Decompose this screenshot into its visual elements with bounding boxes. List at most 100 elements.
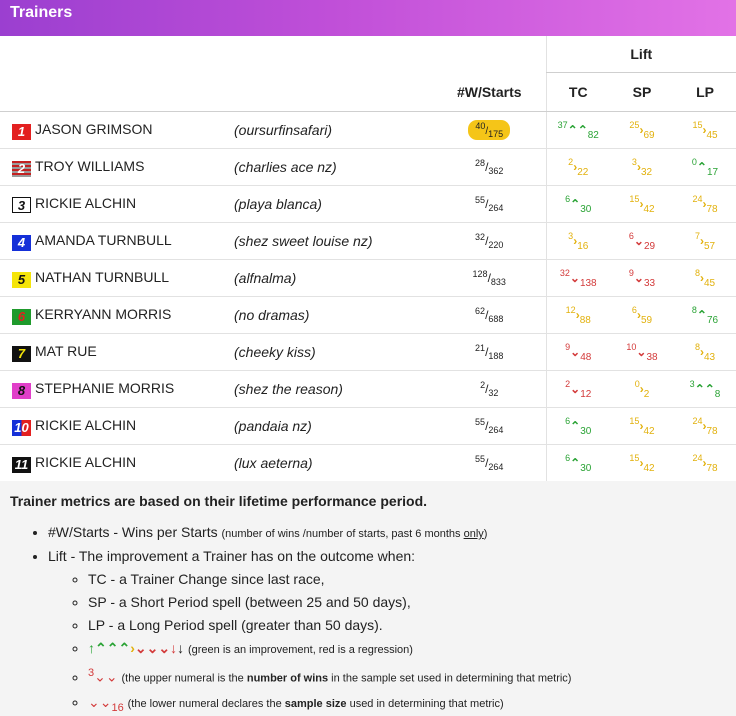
lift-sp-sample: 42 [643,425,655,437]
lift-lp-sample: 45 [706,129,718,141]
lift-sp-sample: 42 [643,462,655,474]
table-row[interactable]: 7 MAT RUE (cheeky kiss) 21/188 9⌄48 10⌄38… [0,333,736,371]
lift-sublist: TC - a Trainer Change since last race, S… [48,570,726,716]
lift-lp-sample: 78 [706,462,718,474]
wins-starts-cell: 55/264 [433,185,546,223]
lift-lp-sample: 78 [706,203,718,215]
lift-lp-sample: 17 [706,166,719,178]
horse-name: (shez sweet louise nz) [233,222,433,260]
lift-sp-sample: 32 [640,166,653,178]
horse-name: (no dramas) [233,296,433,334]
note-arrow-legend: ↑⌃⌃⌃›⌄⌄⌄↓↓ (green is an improvement, red… [88,639,726,659]
wins-starts-cell: 62/688 [433,296,546,334]
table-row[interactable]: 1 JASON GRIMSON (oursurfinsafari) 40/175 … [0,111,736,149]
table-row[interactable]: 6 KERRYANN MORRIS (no dramas) 62/688 12›8… [0,296,736,334]
lift-lp-cell: 8›43 [674,333,736,371]
note-lp: LP - a Long Period spell (greater than 5… [88,616,726,634]
table-row[interactable]: 4 AMANDA TURNBULL (shez sweet louise nz) … [0,222,736,260]
lift-lp-arrow-icon: ⌃ [696,159,707,174]
wins-starts-cell: 55/264 [433,407,546,445]
saddlecloth-number: 2 [12,160,31,177]
lift-tc-sample: 88 [579,314,591,326]
trainer-name[interactable]: RICKIE ALCHIN [35,195,136,211]
table-row[interactable]: 11 RICKIE ALCHIN (lux aeterna) 55/264 6⌃3… [0,444,736,482]
wins-starts-cell: 2/32 [433,370,546,408]
trainer-name[interactable]: AMANDA TURNBULL [35,232,172,248]
trainer-cell: 8 STEPHANIE MORRIS [0,370,233,408]
col-sp: SP [610,72,674,112]
trainer-name[interactable]: STEPHANIE MORRIS [35,380,174,396]
trainer-name[interactable]: KERRYANN MORRIS [35,306,171,322]
wins-value: 55 [475,417,486,427]
lift-tc-sample: 30 [580,425,592,437]
lift-lp-sample: 78 [706,425,718,437]
trainer-cell: 2 TROY WILLIAMS [0,148,233,186]
horse-name: (pandaia nz) [233,407,433,445]
lift-tc-arrow-icon: ⌃⌃ [567,122,588,137]
note-upper-numeral: 3⌄⌄ (the upper numeral is the number of … [88,664,726,688]
saddlecloth-number: 6 [12,308,31,325]
horse-name: (cheeky kiss) [233,333,433,371]
wins-value: 62 [475,306,486,316]
trainers-table-container: Lift #W/Starts TC SP LP 1 JASON GRIMSON (… [0,36,736,481]
starts-value: 32 [488,388,499,398]
lift-lp-wins: 24 [692,193,703,204]
horse-name: (playa blanca) [233,185,433,223]
horse-name: (shez the reason) [233,370,433,408]
trainer-name[interactable]: RICKIE ALCHIN [35,454,136,470]
table-row[interactable]: 10 RICKIE ALCHIN (pandaia nz) 55/264 6⌃30… [0,407,736,445]
notes-list: #W/Starts - Wins per Starts (number of w… [10,523,726,716]
trainer-name[interactable]: RICKIE ALCHIN [35,417,136,433]
table-row[interactable]: 5 NATHAN TURNBULL (alfnalma) 128/833 32⌄1… [0,259,736,297]
note-ws-detail: (number of wins /number of starts, past … [221,528,488,540]
lift-tc-cell: 32⌄138 [545,259,610,297]
double-chevron-down-icon: ⌄⌄ [146,640,171,656]
trainer-name[interactable]: MAT RUE [35,343,97,359]
saddlecloth-number: 7 [12,345,31,362]
trainer-cell: 11 RICKIE ALCHIN [0,445,233,482]
trainer-cell: 3 RICKIE ALCHIN [0,185,233,223]
wins-value: 55 [475,454,486,464]
legend-text: (green is an improvement, red is a regre… [187,644,413,656]
lift-lp-arrow-icon: ⌃ [696,307,707,322]
lift-tc-wins: 37 [557,119,568,130]
trainer-name[interactable]: NATHAN TURNBULL [35,269,169,285]
lift-lp-sample: 57 [703,240,716,252]
lift-sp-wins: 15 [629,452,640,463]
trainer-cell: 10 RICKIE ALCHIN [0,407,233,445]
wins-value: 2 [480,380,486,390]
double-chevron-down-icon: ⌄⌄ [88,693,112,710]
lift-tc-cell: 6⌃30 [545,407,610,445]
lift-tc-arrow-icon: ⌄ [570,381,581,396]
notes-title: Trainer metrics are based on their lifet… [10,493,428,509]
lift-lp-sample: 43 [703,351,716,363]
trainer-name[interactable]: TROY WILLIAMS [35,158,144,174]
lift-lp-cell: 0⌃17 [674,148,736,186]
saddlecloth-number: 4 [12,234,31,251]
wins-value: 21 [475,343,486,353]
saddlecloth-number: 3 [12,197,31,213]
trainer-name[interactable]: JASON GRIMSON [35,121,152,137]
lift-tc-wins: 32 [559,267,570,278]
table-row[interactable]: 3 RICKIE ALCHIN (playa blanca) 55/264 6⌃3… [0,185,736,223]
horse-name: (oursurfinsafari) [233,111,433,149]
saddlecloth-number: 8 [12,382,31,399]
horse-name: (lux aeterna) [234,455,313,471]
lift-sp-sample: 29 [643,240,656,252]
lift-sp-cell: 25›69 [610,111,674,149]
double-chevron-down-icon: ⌄⌄ [94,668,118,685]
lift-sp-cell: 15›42 [610,407,674,445]
saddlecloth-number: 1 [12,123,31,140]
lower-example: 16 [111,701,124,714]
chevron-down-icon: ⌄ [134,640,147,656]
table-row[interactable]: 8 STEPHANIE MORRIS (shez the reason) 2/32… [0,370,736,408]
table-row[interactable]: 2 TROY WILLIAMS (charlies ace nz) 28/362 … [0,148,736,186]
note-tc: TC - a Trainer Change since last race, [88,570,726,588]
arrow-up-icon: ↑ [88,640,95,656]
lift-sp-cell: 6›59 [610,296,674,334]
wins-value: 32 [475,232,486,242]
note-wins-starts: #W/Starts - Wins per Starts (number of w… [48,523,726,543]
lift-tc-arrow-icon: ⌃ [570,455,581,470]
lift-sp-wins: 25 [629,119,640,130]
lift-lp-cell: 7›57 [674,222,736,260]
